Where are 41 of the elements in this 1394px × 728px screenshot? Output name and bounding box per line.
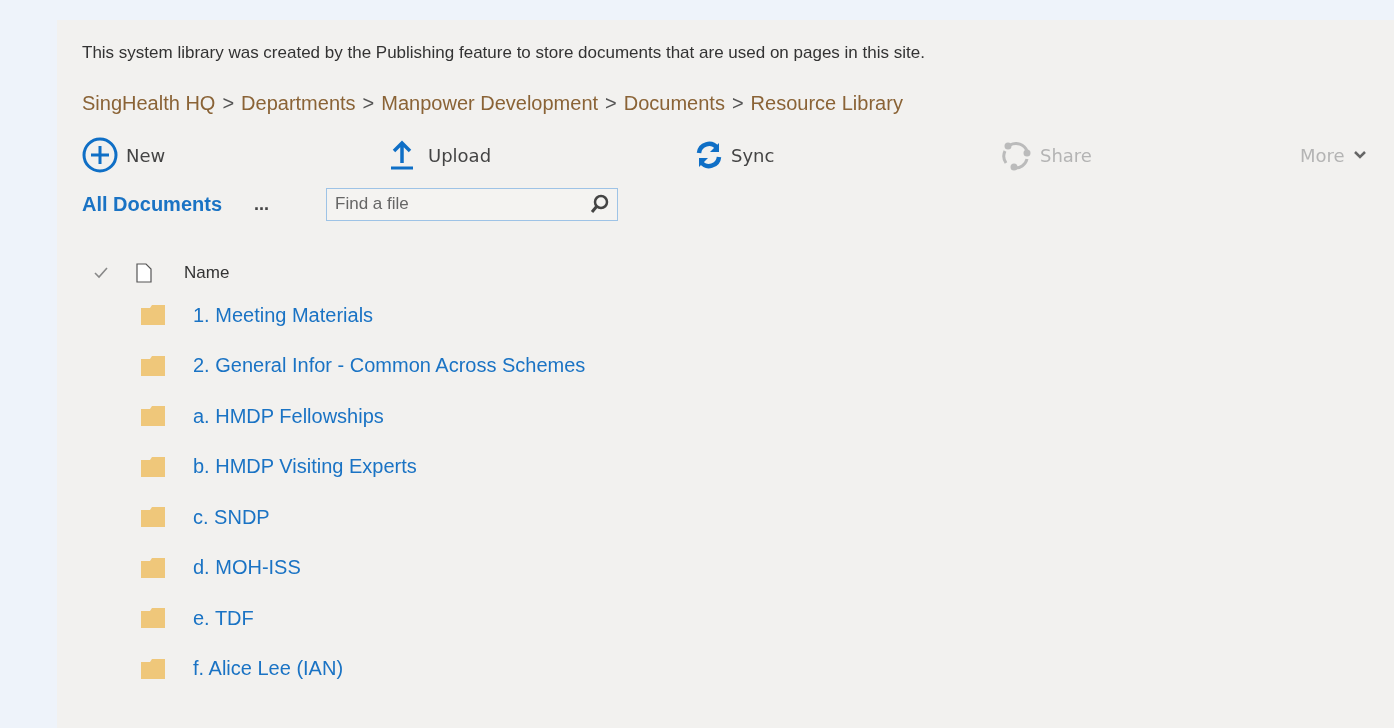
breadcrumb-link[interactable]: Documents	[623, 92, 725, 114]
folder-icon	[140, 657, 166, 680]
breadcrumb-separator: >	[362, 92, 375, 114]
breadcrumb-link[interactable]: Resource Library	[750, 92, 903, 114]
breadcrumb-link[interactable]: Manpower Development	[381, 92, 599, 114]
breadcrumb-link[interactable]: Departments	[241, 92, 356, 114]
folder-link[interactable]: e. TDF	[193, 606, 254, 630]
folder-link[interactable]: c. SNDP	[193, 505, 270, 529]
folder-icon	[140, 556, 166, 579]
library-description: This system library was created by the Publishing feature to store documents that are used on pages in this site.	[82, 42, 926, 64]
folder-icon	[140, 354, 166, 377]
folder-link[interactable]: 1. Meeting Materials	[193, 303, 374, 327]
sync-icon	[695, 141, 723, 169]
breadcrumb-link[interactable]: SingHealth HQ	[82, 92, 216, 114]
folder-link[interactable]: a. HMDP Fellowships	[193, 404, 384, 428]
column-header[interactable]: Name	[184, 263, 230, 283]
more-options[interactable]: ...	[254, 193, 281, 215]
upload-button[interactable]: Upload	[390, 140, 492, 170]
folder-link[interactable]: b. HMDP Visiting Experts	[193, 455, 417, 479]
folder-icon	[140, 607, 166, 630]
document-icon	[136, 263, 152, 283]
new-button[interactable]: New	[82, 137, 166, 173]
upload-icon	[390, 140, 414, 170]
share-icon	[1000, 139, 1032, 171]
folder-icon	[140, 455, 166, 478]
folder-icon	[140, 304, 166, 327]
sync-button[interactable]: Sync	[695, 141, 775, 169]
breadcrumb-separator: >	[731, 92, 744, 114]
folder-icon	[140, 405, 166, 428]
search-field[interactable]: Find a file	[326, 187, 619, 221]
folder-link[interactable]: f. Alice Lee (IAN)	[193, 657, 344, 681]
chevron-icon	[1352, 150, 1367, 160]
view-tab[interactable]: All Documents	[82, 192, 223, 216]
add-icon	[82, 137, 118, 173]
folder-link[interactable]: d. MOH-ISS	[193, 556, 301, 580]
folder-link[interactable]: 2. General Infor - Common Across Schemes	[193, 354, 586, 378]
breadcrumb-separator: >	[605, 92, 617, 114]
folder-icon	[140, 506, 166, 529]
check-icon[interactable]	[94, 267, 108, 279]
search-icon	[590, 193, 611, 214]
breadcrumb-separator: >	[222, 92, 235, 114]
